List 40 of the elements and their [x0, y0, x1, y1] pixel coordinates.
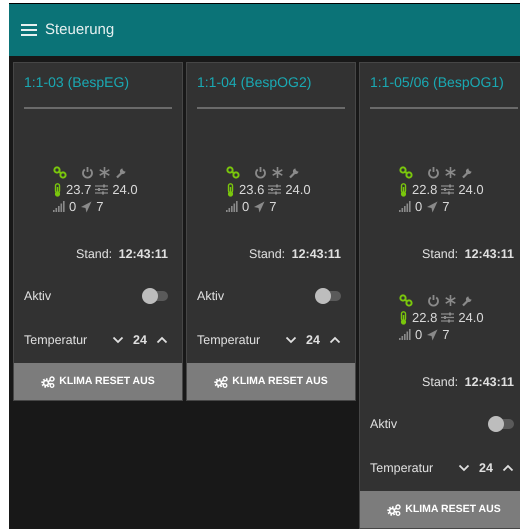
setpoint-value: 24.0 [285, 181, 311, 198]
wind-value: 7 [96, 198, 104, 215]
signal-value: 0 [69, 198, 76, 215]
status-time: 12:43:11 [464, 375, 514, 389]
temperature-setpoint: 24 [132, 332, 148, 349]
status-label: Stand: [76, 247, 112, 261]
climate-reset-button[interactable]: KLIMA RESET AUS [14, 363, 182, 400]
temperature-value: 22.8 [412, 309, 438, 326]
temperature-label: Temperatur [197, 332, 262, 349]
status-label: Stand: [249, 247, 286, 261]
setpoint-value: 24.0 [112, 181, 138, 198]
status-time: 12:43:11 [118, 247, 168, 261]
wind-value: 7 [269, 198, 276, 215]
temperature-value: 23.6 [239, 181, 264, 198]
wind-value: 7 [442, 198, 450, 215]
temperature-setpoint: 24 [305, 332, 321, 349]
status-label: Stand: [422, 375, 458, 389]
card-title: 1:1-03 (BespEG) [23, 73, 130, 91]
temperature-label: Temperatur [370, 460, 434, 477]
temperature-value: 23.7 [66, 181, 92, 198]
status-time: 12:43:11 [464, 247, 514, 261]
status-label: Stand: [422, 247, 458, 261]
climate-reset-button[interactable]: KLIMA RESET AUS [360, 491, 520, 528]
toggle-label: Aktiv [370, 416, 398, 433]
signal-value: 0 [242, 198, 250, 215]
setpoint-value: 24.0 [458, 181, 484, 198]
temperature-value: 22.8 [412, 181, 438, 198]
signal-value: 0 [415, 198, 422, 215]
setpoint-value: 24.0 [458, 309, 484, 326]
wind-value: 7 [442, 326, 450, 343]
climate-reset-button[interactable]: KLIMA RESET AUS [187, 363, 355, 400]
card-title: 1:1-05/06 (BespOG1) [369, 73, 505, 91]
page-title: Steuerung [45, 20, 114, 40]
temperature-label: Temperatur [24, 332, 88, 349]
temperature-setpoint: 24 [478, 460, 494, 477]
card-title: 1:1-04 (BespOG2) [196, 73, 312, 91]
toggle-label: Aktiv [24, 288, 52, 305]
signal-value: 0 [415, 326, 422, 343]
status-time: 12:43:11 [292, 247, 341, 261]
toggle-label: Aktiv [197, 288, 224, 305]
